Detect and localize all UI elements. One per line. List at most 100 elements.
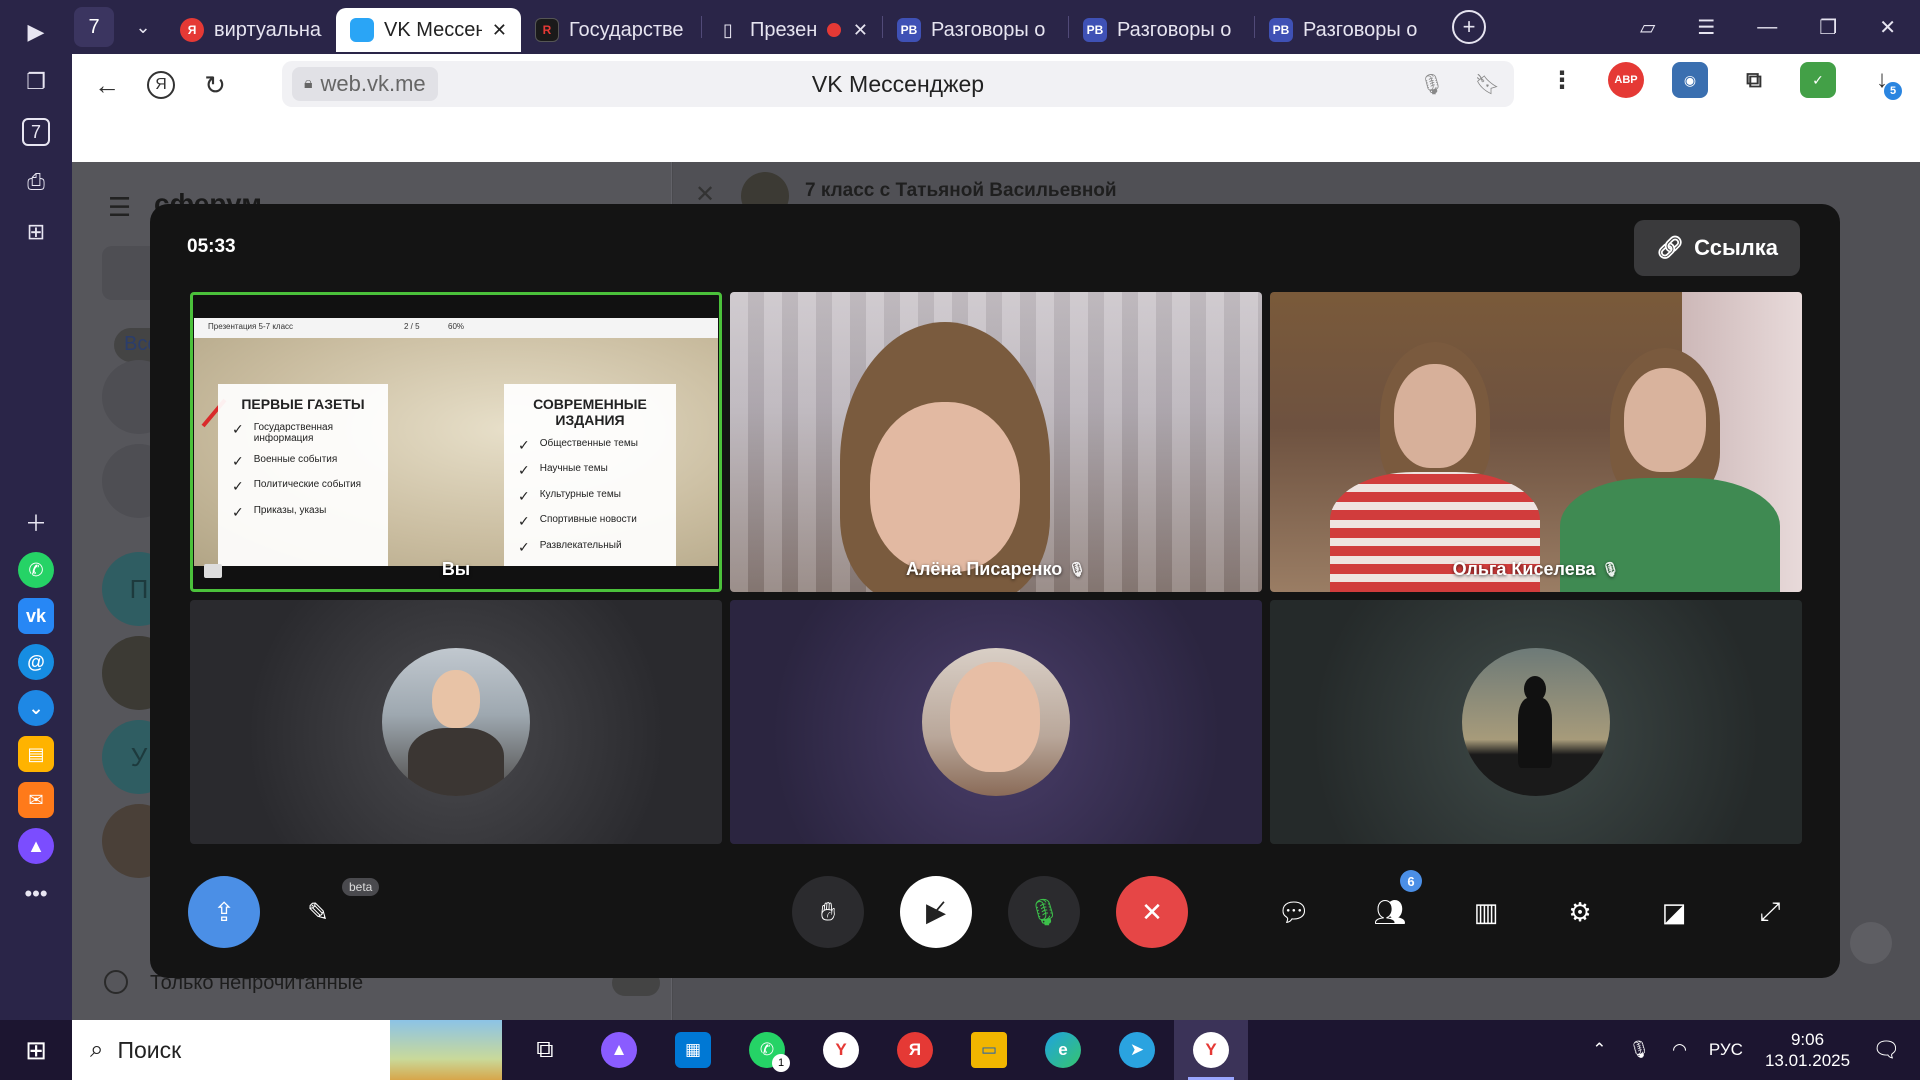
vk-messenger-favicon-icon [350,18,374,42]
hamburger-icon[interactable]: ☰ [108,192,131,223]
collections-icon[interactable]: ❐ [16,62,56,102]
tab-0[interactable]: Я виртуальная [166,8,336,52]
taskbar-search[interactable]: ⌕ Поиск [72,1020,502,1080]
close-window-icon[interactable]: ✕ [1879,15,1896,40]
face-shape [870,402,1020,572]
tray-microphone-icon[interactable]: 🎙︎ [1628,1040,1650,1060]
document-favicon-icon: ▯ [723,19,733,40]
clapper-icon[interactable]: ▤ [18,736,54,772]
tab-3[interactable]: ▯ Презен ✕ [702,8,882,52]
back-icon[interactable]: ← [80,58,134,112]
camera-toggle-button[interactable]: ▶̸ [900,876,972,948]
tab-4[interactable]: РВ Разговоры о [883,8,1068,52]
tab-1[interactable]: VK Мессенджер ✕ [336,8,521,52]
yandex-icon[interactable]: Я [878,1020,952,1080]
adblock-icon[interactable]: ABP [1608,62,1644,98]
settings-button[interactable]: ⚙ [1544,876,1616,948]
microphone-button[interactable]: 🎙︎ [1008,876,1080,948]
document-check-icon[interactable]: ✓ [1800,62,1836,98]
participant-tile-avatar-1[interactable] [190,600,722,844]
expand-icon: ⤢ [1759,896,1781,926]
url-chip[interactable]: 🔒︎ web.vk.me [292,67,438,101]
edge-icon[interactable]: e [1026,1020,1100,1080]
close-tab-icon[interactable]: ✕ [492,20,507,41]
yandex-browser-active-icon[interactable]: Y [1174,1020,1248,1080]
alice-taskbar-icon[interactable]: ▲ [582,1020,656,1080]
layout-button[interactable]: ▥ [1450,876,1522,948]
yandex-browser-icon[interactable]: Y [804,1020,878,1080]
right-item: ✓ Научные темы [518,462,662,478]
tab-counter-sidebar[interactable]: 7 [16,112,56,152]
silhouette-body [1518,698,1552,768]
clock-time: 9:06 [1790,1029,1825,1049]
chevron-up-icon[interactable]: ⌃ [1592,1040,1606,1060]
alice-icon[interactable]: ▲ [18,828,54,864]
tab-5[interactable]: РВ Разговоры о [1069,8,1254,52]
tab-2[interactable]: R Государстве [521,8,701,52]
kebab-menu-icon[interactable]: ⋮ [1544,62,1580,98]
bookmarks-panel-icon[interactable]: ▱ [1640,15,1655,40]
left-item: ✓ Военные события [232,453,374,469]
chat-button[interactable]: 💬︎ [1258,876,1330,948]
mail-icon[interactable]: @ [18,644,54,680]
tabs-dropdown-icon[interactable]: ⌄ [120,17,166,38]
translate-icon[interactable]: ⧉ [1736,62,1772,98]
new-tab-button[interactable]: + [1452,10,1486,44]
reload-icon[interactable]: ↻ [188,58,242,112]
whatsapp-icon[interactable]: ✆ [18,552,54,588]
left-item-text: Военные события [253,454,338,465]
add-icon[interactable]: ＋ [16,502,56,542]
face-shape [432,670,480,728]
tab-counter[interactable]: 7 [72,5,120,49]
camera-extension-icon[interactable]: ◉ [1672,62,1708,98]
notifications-icon[interactable]: 🗨︎ [1872,1037,1900,1063]
left-item-text: Государственная информация [253,422,334,444]
more-icon[interactable]: ••• [16,874,56,914]
play-icon[interactable]: ▶ [16,12,56,52]
participant-tile-self[interactable]: Презентация 5-7 класс 2 / 5 60% ПЕРВЫЕ Г… [190,292,722,592]
yandex-logo-icon[interactable]: Я [134,58,188,112]
right-heading: СОВРЕМЕННЫЕ ИЗДАНИЯ [533,396,647,428]
telegram-icon[interactable]: ➤ [1100,1020,1174,1080]
end-call-button[interactable]: ✕ [1116,876,1188,948]
wifi-icon[interactable]: ◠ [1672,1040,1687,1060]
participant-tile-avatar-2[interactable] [730,600,1262,844]
address-bar[interactable]: 🔒︎ web.vk.me VK Мессенджер 🎙︎ 🔖︎ [282,61,1514,107]
vk-icon[interactable]: vk [18,598,54,634]
file-explorer-icon[interactable]: ▭ [952,1020,1026,1080]
menu-icon[interactable]: ☰ [1697,15,1715,40]
participant-tile-avatar-3[interactable] [1270,600,1802,844]
minimize-icon[interactable]: — [1757,16,1777,39]
scroll-down-button[interactable] [1850,922,1892,964]
copy-link-button[interactable]: 🔗︎ Ссылка [1634,220,1800,276]
left-item-text: Политические события [253,479,362,491]
minimize-call-button[interactable]: ◪ [1638,876,1710,948]
participant-tile-alena[interactable]: Алёна Писаренко 🎙︎ [730,292,1262,592]
raise-hand-button[interactable]: ✋︎ [792,876,864,948]
windows-start-icon[interactable]: ⊞ [0,1020,72,1080]
participant-tile-olga[interactable]: Ольга Киселева 🎙︎ [1270,292,1802,592]
language-indicator[interactable]: РУС [1709,1040,1743,1060]
right-item-text: Научные темы [539,463,608,475]
envelope-icon[interactable]: ✉ [18,782,54,818]
screenshot-icon[interactable]: ⎙ [16,162,56,202]
chat-bubble-icon: 💬︎ [1277,896,1311,927]
whatsapp-taskbar-icon[interactable]: ✆ 1 [730,1020,804,1080]
microphone-icon[interactable]: 🎙︎ [1419,72,1444,97]
share-screen-button[interactable]: ⇪ [188,876,260,948]
participants-button[interactable]: 👥︎ 6 [1354,870,1426,948]
close-tab-icon[interactable]: ✕ [853,20,868,41]
clock[interactable]: 9:06 13.01.2025 [1765,1029,1850,1072]
chevron-app-icon[interactable]: ⌄ [18,690,54,726]
tab-label: Государстве [569,18,684,41]
fullscreen-button[interactable]: ⤢ [1734,876,1806,948]
store-icon[interactable]: ▦ [656,1020,730,1080]
task-view-icon[interactable]: ⧉ [508,1020,582,1080]
tab-6[interactable]: РВ Разговоры о [1255,8,1440,52]
restore-icon[interactable]: ❐ [1819,15,1837,40]
apps-grid-icon[interactable]: ⊞ [16,212,56,252]
screen-share-preview: Презентация 5-7 класс 2 / 5 60% ПЕРВЫЕ Г… [194,318,718,566]
bookmark-icon[interactable]: 🔖︎ [1475,72,1500,97]
downloads-icon[interactable]: ↓ 5 [1864,62,1902,100]
window-controls: ▱ ☰ — ❐ ✕ [1640,0,1920,54]
